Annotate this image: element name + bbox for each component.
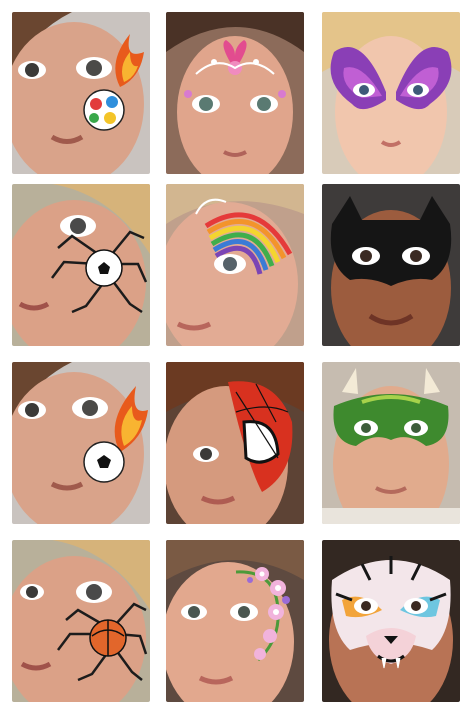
face-photo-flower-vine [166, 540, 304, 702]
tile-purple-butterfly [322, 12, 460, 174]
tile-spider-soccer-ball [12, 184, 150, 346]
tile-flame-soccer-ball-2 [12, 362, 150, 524]
face-photo-batman [322, 184, 460, 346]
tile-flower-vine [166, 540, 304, 702]
face-photo-orange-spider [12, 540, 150, 702]
face-photo-rainbow [166, 184, 304, 346]
tile-flame-soccer-ball [12, 12, 150, 174]
tile-rainbow-swirl [166, 184, 304, 346]
face-photo-tiger [322, 540, 460, 702]
tile-pink-flower-crown [166, 12, 304, 174]
tile-orange-spider-ball [12, 540, 150, 702]
tile-rainbow-tiger [322, 540, 460, 702]
tile-spiderman-half-mask [166, 362, 304, 524]
face-photo-flame-soccer-2 [12, 362, 150, 524]
face-photo-spiderman [166, 362, 304, 524]
face-photo-butterfly [322, 12, 460, 174]
face-photo-spider-soccer [12, 184, 150, 346]
tile-batman-mask [322, 184, 460, 346]
face-photo-dragon [322, 362, 460, 524]
tile-green-dragon [322, 362, 460, 524]
face-photo-flower-crown [166, 12, 304, 174]
face-paint-gallery [0, 0, 474, 711]
face-photo-flame-soccer [12, 12, 150, 174]
